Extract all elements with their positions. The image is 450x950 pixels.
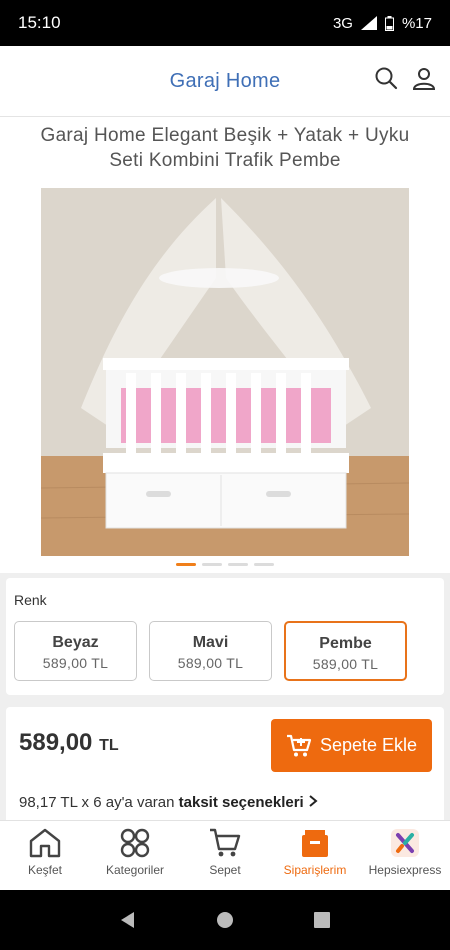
pager-dot-active[interactable]	[176, 563, 196, 566]
color-option-beyaz[interactable]: Beyaz 589,00 TL	[14, 621, 137, 681]
network-label: 3G	[332, 14, 353, 32]
nav-label: Kategoriler	[105, 863, 165, 877]
color-option-mavi[interactable]: Mavi 589,00 TL	[149, 621, 272, 681]
cart-icon	[210, 828, 241, 857]
product-price: 589,00 TL	[19, 729, 119, 757]
option-name: Mavi	[192, 634, 229, 651]
home-icon	[29, 828, 61, 858]
nav-item-kesfet[interactable]: Keşfet	[0, 821, 90, 891]
hepsiexpress-icon	[391, 829, 419, 857]
status-time: 15:10	[18, 13, 61, 32]
color-label: Renk	[14, 592, 47, 608]
bottom-navigation: Keşfet Kategoriler Sepet Siparişlerim He…	[0, 820, 450, 891]
add-to-cart-button[interactable]: Sepete Ekle	[271, 719, 432, 772]
installment-info[interactable]: 98,17 TL x 6 ay'a varan taksit seçenekle…	[19, 794, 318, 811]
product-card: Garaj Home Elegant Beşik + Yatak + Uyku …	[0, 117, 450, 573]
account-icon[interactable]	[412, 66, 436, 90]
price-value: 589,00	[19, 729, 93, 756]
color-selector: Renk Beyaz 589,00 TL Mavi 589,00 TL Pemb…	[6, 578, 444, 695]
app-header: Garaj Home	[0, 46, 450, 117]
color-option-pembe[interactable]: Pembe 589,00 TL	[284, 621, 407, 681]
signal-icon	[360, 16, 377, 30]
product-image[interactable]	[41, 188, 409, 556]
option-name: Beyaz	[52, 634, 99, 651]
nav-item-sepet[interactable]: Sepet	[180, 821, 270, 891]
nav-label: Sepet	[209, 863, 241, 877]
categories-icon	[120, 828, 150, 858]
nav-label: Keşfet	[27, 863, 63, 877]
cart-plus-icon	[286, 734, 312, 756]
status-bar: 15:10 3G %17	[0, 0, 450, 46]
pager-dot[interactable]	[228, 563, 248, 566]
search-icon[interactable]	[374, 66, 398, 90]
option-price: 589,00 TL	[42, 655, 109, 671]
status-icons: 3G %17	[333, 15, 432, 32]
nav-label: Siparişlerim	[283, 863, 347, 877]
option-price: 589,00 TL	[312, 656, 379, 672]
installment-text: 98,17 TL x 6 ay'a varan	[19, 794, 179, 811]
installment-link[interactable]: taksit seçenekleri	[179, 794, 304, 811]
nav-item-siparislerim[interactable]: Siparişlerim	[270, 821, 360, 891]
nav-item-hepsiexpress[interactable]: Hepsiexpress	[360, 821, 450, 891]
orders-icon	[302, 830, 328, 857]
brand-title[interactable]: Garaj Home	[170, 70, 281, 93]
recents-icon[interactable]	[312, 910, 332, 930]
battery-icon	[384, 15, 394, 31]
image-pager[interactable]	[0, 563, 450, 566]
system-navigation-bar	[0, 890, 450, 950]
back-icon[interactable]	[118, 910, 138, 930]
nav-label: Hepsiexpress	[368, 863, 442, 877]
price-currency: TL	[99, 737, 119, 754]
add-to-cart-label: Sepete Ekle	[319, 735, 418, 755]
chevron-right-icon	[309, 795, 318, 807]
buy-box: 589,00 TL Sepete Ekle 98,17 TL x 6 ay'a …	[6, 707, 444, 827]
option-price: 589,00 TL	[177, 655, 244, 671]
nav-item-kategoriler[interactable]: Kategoriler	[90, 821, 180, 891]
product-title: Garaj Home Elegant Beşik + Yatak + Uyku …	[40, 125, 410, 171]
battery-level: %17	[401, 14, 432, 32]
pager-dot[interactable]	[254, 563, 274, 566]
option-name: Pembe	[319, 635, 372, 652]
pager-dot[interactable]	[202, 563, 222, 566]
home-button-icon[interactable]	[215, 910, 235, 930]
